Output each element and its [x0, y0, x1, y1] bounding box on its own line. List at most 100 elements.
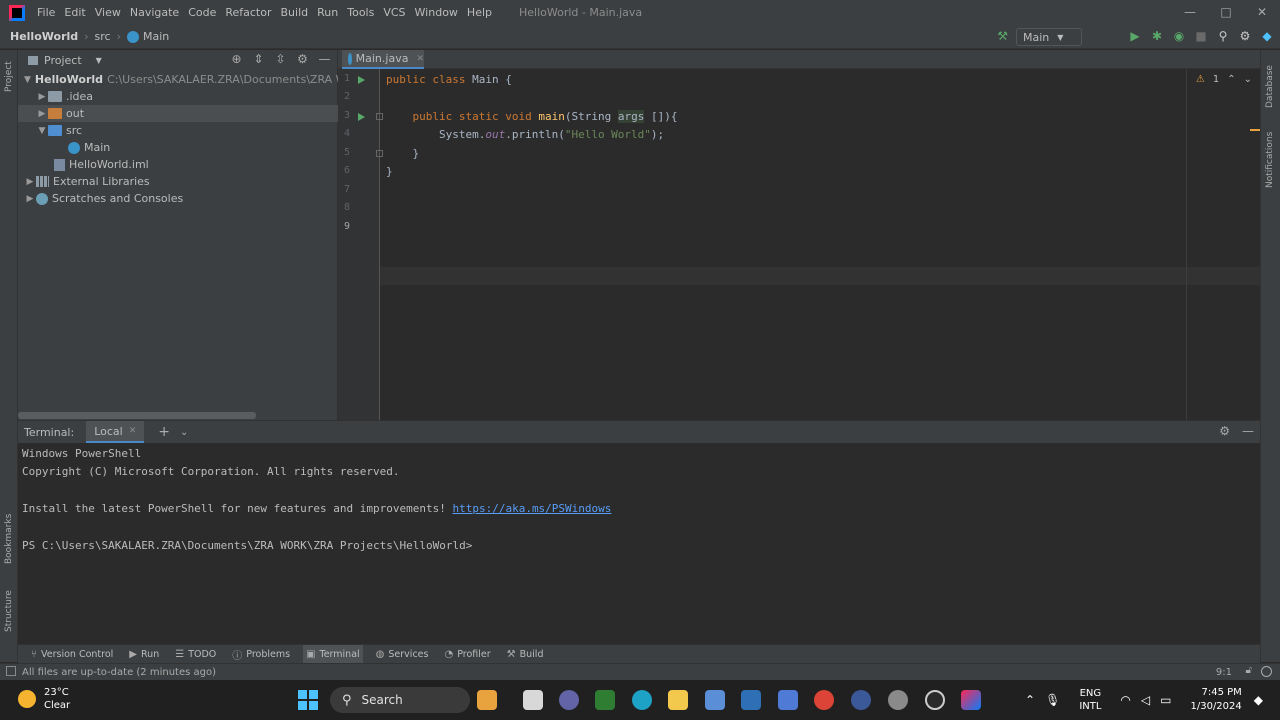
settings-gear-icon[interactable]: ⚙ [1219, 424, 1230, 438]
code-line-1[interactable]: public class Main { [386, 71, 512, 89]
settings-gear-icon[interactable]: ⚙ [1238, 28, 1252, 44]
tree-item-helloworld-iml[interactable]: HelloWorld.iml [18, 156, 338, 173]
tool-build[interactable]: ⚒ Build [504, 645, 547, 665]
chevron-right-icon[interactable]: ▶ [36, 109, 48, 119]
chevron-up-icon[interactable]: ⌃ [1227, 74, 1235, 85]
taskbar-app-icon[interactable] [705, 690, 725, 710]
tree-item-external-libraries[interactable]: ▶ External Libraries [18, 173, 338, 190]
show-hidden-icons-chevron-icon[interactable]: ⌃ [1025, 693, 1035, 707]
taskbar-app-icon[interactable] [595, 690, 615, 710]
menu-vcs[interactable]: VCS [383, 6, 405, 19]
tool-services[interactable]: ◍ Services [373, 645, 432, 665]
copilot-icon[interactable]: ◆ [1254, 693, 1263, 707]
chevron-down-icon[interactable]: ▼ [96, 56, 102, 65]
tree-item-src[interactable]: ▼ src [18, 122, 338, 139]
taskbar-app-icon[interactable] [741, 690, 761, 710]
powershell-link[interactable]: https://aka.ms/PSWindows [452, 502, 611, 515]
warning-stripe-marker[interactable] [1250, 129, 1260, 131]
database-tool-tab[interactable]: Database [1265, 65, 1275, 108]
file-explorer-icon[interactable] [668, 690, 688, 710]
tool-problems[interactable]: ⓘ Problems [229, 645, 293, 665]
taskbar-app-icon[interactable] [851, 690, 871, 710]
expand-all-icon[interactable]: ⇕ [252, 52, 265, 66]
run-icon[interactable]: ▶ [1128, 28, 1142, 44]
coverage-icon[interactable]: ◉ [1172, 28, 1186, 44]
menu-view[interactable]: View [95, 6, 121, 19]
chevron-right-icon[interactable]: ▶ [36, 92, 48, 102]
collapse-all-icon[interactable]: ⇳ [274, 52, 287, 66]
wifi-icon[interactable]: ◠ [1120, 693, 1130, 707]
terminal-prompt[interactable]: PS C:\Users\SAKALAER.ZRA\Documents\ZRA W… [22, 539, 472, 552]
run-class-gutter-icon[interactable] [358, 76, 365, 84]
code-line-4[interactable]: System.out.println("Hello World"); [386, 126, 664, 144]
weather-widget[interactable]: 23°C Clear [18, 686, 70, 712]
close-tab-icon[interactable]: ✕ [129, 426, 137, 436]
teams-icon[interactable] [559, 690, 579, 710]
edge-icon[interactable] [632, 690, 652, 710]
tool-profiler[interactable]: ◔ Profiler [441, 645, 493, 665]
menu-navigate[interactable]: Navigate [130, 6, 179, 19]
structure-tool-tab[interactable]: Structure [4, 590, 14, 632]
debug-icon[interactable]: ✱ [1150, 28, 1164, 44]
tool-windows-toggle-icon[interactable] [6, 666, 16, 676]
menu-file[interactable]: File [37, 6, 55, 19]
breadcrumb-project[interactable]: HelloWorld [10, 30, 78, 43]
taskbar-clock[interactable]: 7:45 PM 1/30/2024 [1190, 686, 1241, 714]
inspection-widget[interactable]: ⚠ 1 ⌃ ⌄ [1196, 74, 1252, 85]
tool-run[interactable]: ▶ Run [126, 645, 162, 665]
menu-help[interactable]: Help [467, 6, 492, 19]
chevron-down-icon[interactable]: ▼ [24, 75, 31, 85]
taskbar-app-icon[interactable] [925, 690, 945, 710]
chevron-down-icon[interactable]: ⌄ [1244, 74, 1252, 85]
maximize-button[interactable]: □ [1208, 0, 1244, 25]
tree-item-helloworld[interactable]: ▼ HelloWorld C:\Users\SAKALAER.ZRA\Docum… [18, 71, 338, 88]
close-tab-icon[interactable]: ✕ [416, 54, 424, 64]
chevron-down-icon[interactable]: ⌄ [180, 427, 188, 438]
inspection-profile-icon[interactable] [1261, 666, 1272, 677]
options-gear-icon[interactable]: ⚙ [296, 52, 309, 66]
locate-file-icon[interactable]: ⊕ [230, 52, 243, 66]
taskbar-app-icon[interactable] [523, 690, 543, 710]
caret-position[interactable]: 9:1 [1216, 667, 1232, 678]
breadcrumb-file[interactable]: Main [143, 30, 169, 43]
fold-marker-icon[interactable] [376, 113, 383, 120]
volume-icon[interactable]: ◁ [1141, 693, 1150, 707]
new-terminal-plus-icon[interactable]: + [158, 424, 170, 440]
taskbar-app-icon[interactable] [477, 690, 497, 710]
close-window-button[interactable]: ✕ [1244, 0, 1280, 25]
project-tool-tab[interactable]: Project [4, 61, 14, 92]
menu-edit[interactable]: Edit [64, 6, 85, 19]
menu-tools[interactable]: Tools [347, 6, 374, 19]
terminal-tab-local[interactable]: Local ✕ [86, 421, 145, 443]
jetbrains-ai-icon[interactable]: ◆ [1260, 28, 1274, 44]
search-everywhere-icon[interactable]: ⚲ [1216, 28, 1230, 44]
chevron-down-icon[interactable]: ▼ [36, 126, 48, 136]
code-line-5[interactable]: } [386, 145, 420, 163]
fold-marker-icon[interactable] [376, 150, 383, 157]
taskbar-search[interactable]: ⚲ Search [330, 687, 470, 713]
build-hammer-icon[interactable]: ⚒ [997, 29, 1008, 43]
tool-todo[interactable]: ☰ TODO [172, 645, 219, 665]
menu-refactor[interactable]: Refactor [225, 6, 271, 19]
code-line-6[interactable]: } [386, 163, 393, 181]
tree-item-main[interactable]: Main [18, 139, 338, 156]
battery-icon[interactable]: ▭ [1160, 693, 1171, 707]
menu-run[interactable]: Run [317, 6, 338, 19]
hide-panel-icon[interactable]: — [1242, 424, 1254, 438]
hide-panel-icon[interactable]: — [318, 52, 331, 66]
stop-icon[interactable]: ■ [1194, 28, 1208, 44]
menu-window[interactable]: Window [415, 6, 458, 19]
breadcrumb-src[interactable]: src [95, 30, 111, 43]
project-horizontal-scrollbar[interactable] [18, 412, 256, 419]
run-main-gutter-icon[interactable] [358, 113, 365, 121]
tree-item-scratches[interactable]: ▶ Scratches and Consoles [18, 190, 338, 207]
bookmarks-tool-tab[interactable]: Bookmarks [4, 514, 14, 564]
settings-gear-icon[interactable] [888, 690, 908, 710]
code-line-3[interactable]: public static void main(String args []){ [386, 108, 677, 126]
intellij-taskbar-icon[interactable] [961, 690, 981, 710]
windows-start-icon[interactable] [298, 690, 318, 710]
chevron-right-icon[interactable]: ▶ [24, 194, 36, 204]
tool-terminal[interactable]: ▣ Terminal [303, 644, 363, 665]
editor-tab-main-java[interactable]: Main.java ✕ [342, 50, 424, 69]
chevron-right-icon[interactable]: ▶ [24, 177, 36, 187]
